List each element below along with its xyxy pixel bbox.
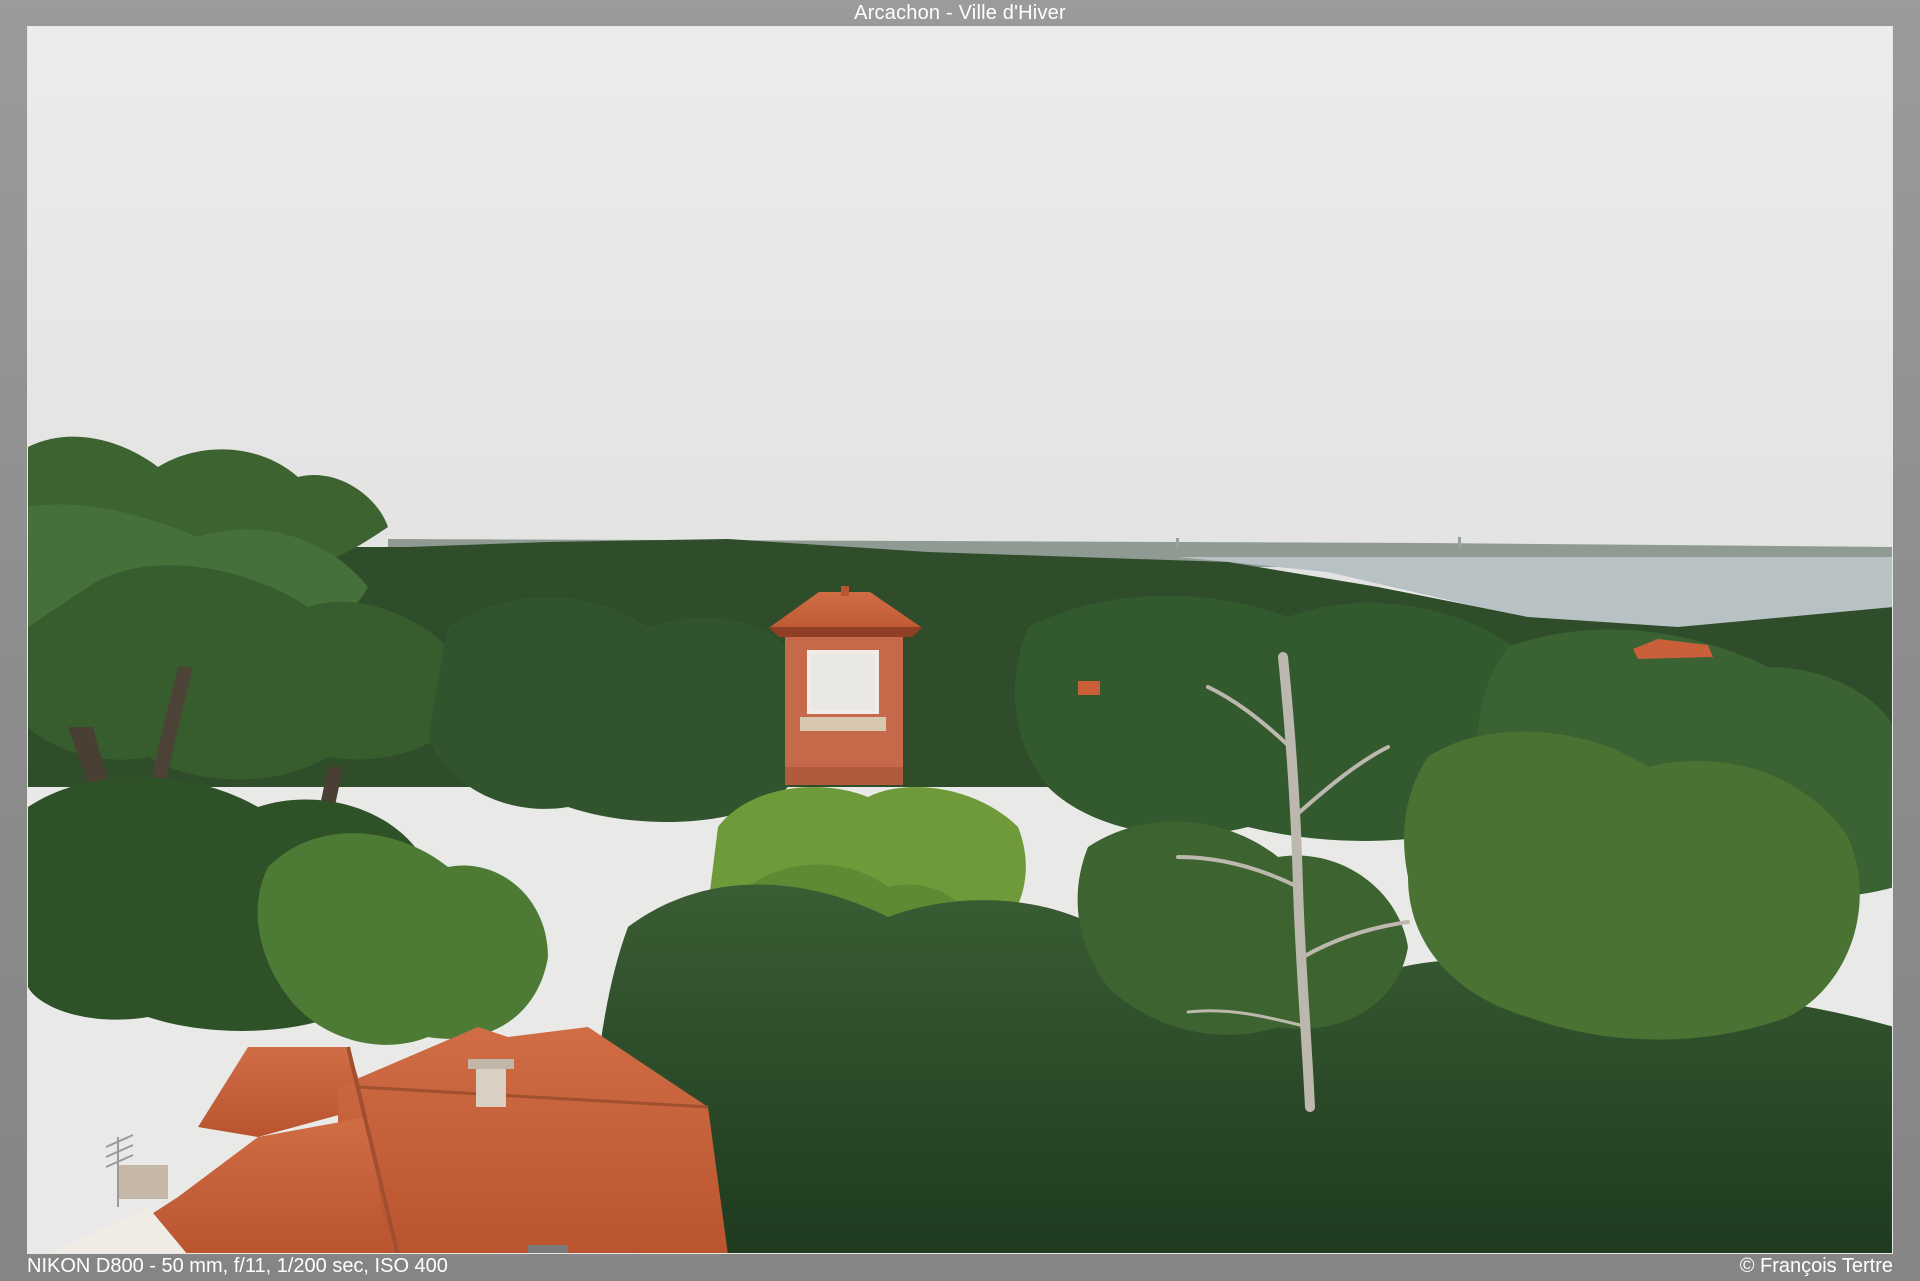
exif-caption: NIKON D800 - 50 mm, f/11, 1/200 sec, ISO… xyxy=(27,1255,448,1277)
tree-cluster-center xyxy=(428,597,816,822)
foreground-house xyxy=(52,1027,728,1253)
lighthouse-left xyxy=(1176,538,1179,548)
villa-tower xyxy=(768,586,923,785)
photo-frame: Arcachon - Ville d'Hiver NIKON D800 - 50… xyxy=(0,0,1920,1281)
landscape-illustration xyxy=(28,27,1892,1253)
distant-roof-small xyxy=(1078,681,1100,695)
lighthouse-right xyxy=(1458,537,1461,549)
foreground-conifer-mid xyxy=(1077,821,1408,1035)
copyright-caption: © François Tertre xyxy=(1739,1255,1893,1277)
photo-title: Arcachon - Ville d'Hiver xyxy=(854,2,1066,24)
landscape-photo xyxy=(27,26,1893,1254)
